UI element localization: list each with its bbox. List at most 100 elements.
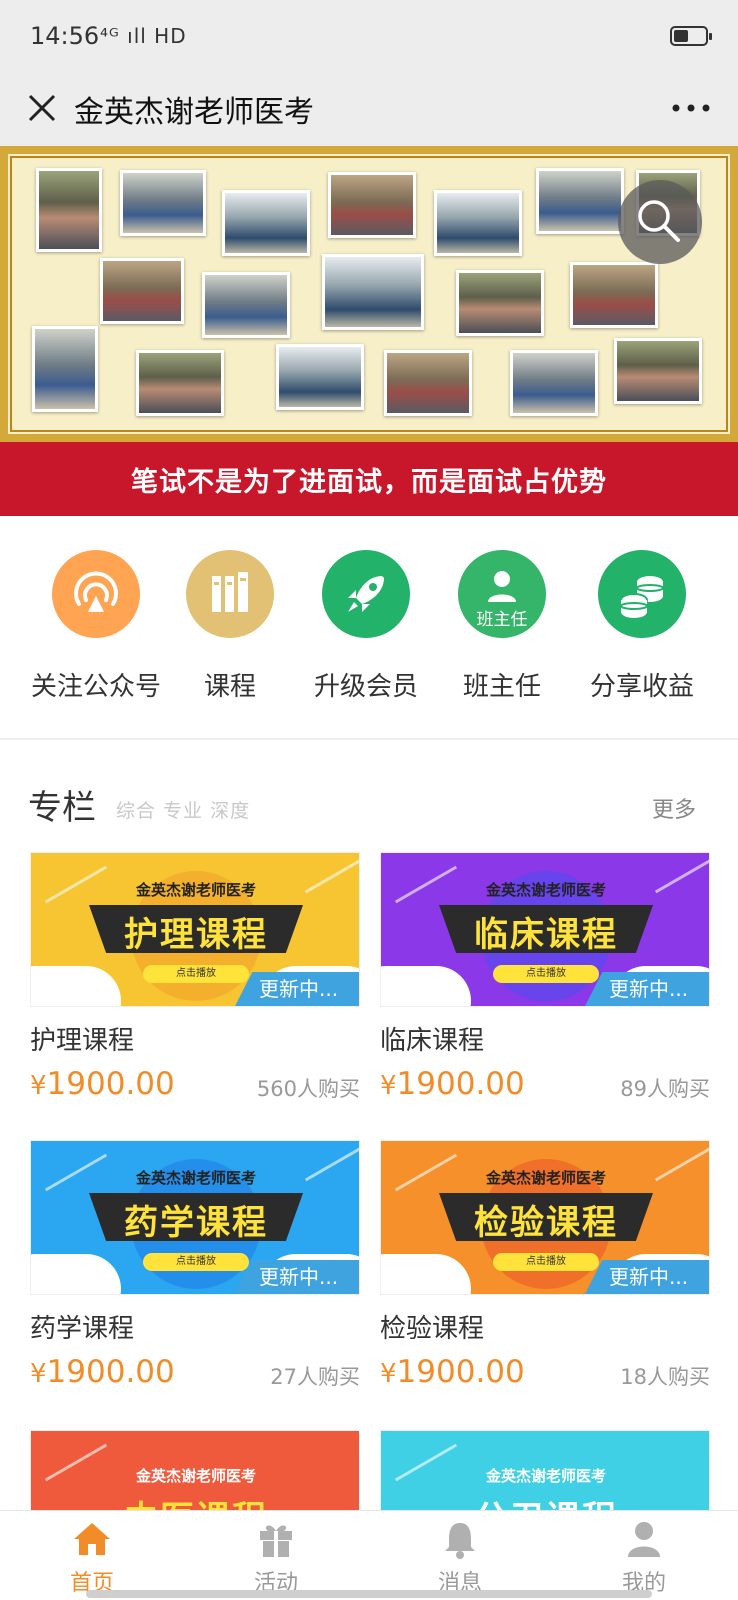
course-name: 检验课程: [380, 1314, 485, 1344]
banner-photo: [120, 170, 206, 236]
banner-photo: [536, 168, 624, 234]
home-icon: [74, 1523, 110, 1555]
search-icon: [638, 200, 680, 242]
course-price: ¥1900.00: [380, 1066, 525, 1102]
close-icon: [28, 94, 56, 122]
course-card-nursing[interactable]: 金英杰谢老师医考 护理课程 点击播放 更新中... 护理课程 ¥1900.00 …: [30, 852, 360, 1120]
currency-symbol: ¥: [30, 1359, 47, 1389]
cover-brand: 金英杰谢老师医考: [135, 1169, 256, 1187]
course-cover: 金英杰谢老师医考 药学课程 点击播放 更新中...: [30, 1140, 360, 1295]
slogan-banner: 笔试不是为了进面试，而是面试占优势: [0, 442, 738, 516]
banner-photo: [456, 270, 544, 336]
quick-nav: 关注公众号 课程 升级会员 班主任 班主任 分享收益: [0, 516, 738, 740]
user-icon: [628, 1522, 660, 1557]
zoom-button[interactable]: [618, 180, 702, 264]
more-link[interactable]: 更多: [652, 792, 696, 824]
tab-home[interactable]: 首页: [0, 1511, 184, 1600]
column-section-header: 专栏 综合 专业 深度 更多: [0, 770, 738, 830]
course-card-tcm[interactable]: 金英杰谢老师医考 中医课程: [30, 1430, 360, 1510]
tab-activity[interactable]: 活动: [184, 1511, 368, 1600]
signal-indicator: ⁴ᴳ ıll HD: [100, 24, 187, 48]
cover-title: 公卫课程: [439, 1491, 653, 1510]
cover-brand: 金英杰谢老师医考: [135, 881, 256, 899]
gift-icon: [260, 1525, 292, 1557]
course-cover: 金英杰谢老师医考 公卫课程: [380, 1430, 710, 1510]
section-title: 专栏: [28, 788, 96, 828]
updating-badge: 更新中...: [235, 1260, 359, 1294]
cover-decoration: [381, 1254, 471, 1294]
banner-photo: [434, 190, 522, 256]
slogan-text: 笔试不是为了进面试，而是面试占优势: [131, 467, 607, 498]
play-button[interactable]: 点击播放: [493, 1253, 599, 1271]
rocket-icon: [322, 550, 410, 638]
quick-nav-courses[interactable]: 课程: [160, 550, 300, 720]
course-price: ¥1900.00: [380, 1354, 525, 1390]
banner-photo: [36, 168, 102, 252]
play-button[interactable]: 点击播放: [493, 965, 599, 983]
teacher-badge-text: 班主任: [476, 610, 528, 630]
close-button[interactable]: [20, 86, 64, 130]
updating-badge: 更新中...: [235, 972, 359, 1006]
tab-profile[interactable]: 我的: [552, 1511, 736, 1600]
teacher-icon: 班主任: [458, 550, 546, 638]
quick-nav-share-earnings[interactable]: 分享收益: [572, 550, 712, 720]
course-name: 药学课程: [30, 1314, 135, 1344]
status-bar: 14:56 ⁴ᴳ ıll HD: [0, 0, 738, 72]
cover-title: 护理课程: [124, 915, 268, 955]
coins-icon: [598, 550, 686, 638]
play-button[interactable]: 点击播放: [143, 965, 249, 983]
cover-title: 药学课程: [124, 1203, 268, 1243]
banner-photo: [222, 190, 310, 256]
banner-photo: [570, 262, 658, 328]
status-time: 14:56: [30, 22, 100, 50]
quick-nav-label: 分享收益: [589, 672, 694, 702]
price-value: 1900.00: [396, 1354, 525, 1390]
cover-title: 中医课程: [89, 1491, 303, 1510]
banner-photo: [384, 350, 472, 416]
quick-nav-class-teacher[interactable]: 班主任 班主任: [432, 550, 572, 720]
currency-symbol: ¥: [380, 1359, 397, 1389]
price-value: 1900.00: [46, 1066, 175, 1102]
more-button[interactable]: [668, 90, 714, 126]
banner-photo: [136, 350, 224, 416]
course-name: 临床课程: [380, 1026, 485, 1056]
cover-brand: 金英杰谢老师医考: [485, 1169, 606, 1187]
buyer-count: 560人购买: [256, 1077, 360, 1101]
quick-nav-label: 班主任: [462, 672, 541, 702]
course-name: 护理课程: [30, 1026, 135, 1056]
banner-photo: [276, 344, 364, 410]
cover-brand: 金英杰谢老师医考: [485, 881, 606, 899]
banner-photo: [322, 254, 424, 330]
course-cover: 金英杰谢老师医考 临床课程 点击播放 更新中...: [380, 852, 710, 1007]
banner-photo: [328, 172, 416, 238]
course-price: ¥1900.00: [30, 1066, 175, 1102]
quick-nav-label: 升级会员: [313, 672, 418, 702]
course-card-pharmacy[interactable]: 金英杰谢老师医考 药学课程 点击播放 更新中... 药学课程 ¥1900.00 …: [30, 1140, 360, 1408]
quick-nav-upgrade-member[interactable]: 升级会员: [296, 550, 436, 720]
cover-decoration: [31, 966, 121, 1006]
banner-photo: [202, 272, 290, 338]
battery-icon: [670, 26, 712, 46]
page-title: 金英杰谢老师医考: [74, 95, 314, 130]
updating-badge: 更新中...: [585, 1260, 709, 1294]
antenna-icon: [52, 550, 140, 638]
banner-photo: [100, 258, 184, 324]
currency-symbol: ¥: [380, 1071, 397, 1101]
cover-title: 临床课程: [474, 915, 618, 955]
cover-brand: 金英杰谢老师医考: [135, 1467, 256, 1485]
course-card-public-health[interactable]: 金英杰谢老师医考 公卫课程: [380, 1430, 710, 1510]
hero-banner[interactable]: [0, 146, 738, 442]
cover-brand: 金英杰谢老师医考: [485, 1467, 606, 1485]
course-cover: 金英杰谢老师医考 中医课程: [30, 1430, 360, 1510]
books-icon: [186, 550, 274, 638]
course-card-clinical[interactable]: 金英杰谢老师医考 临床课程 点击播放 更新中... 临床课程 ¥1900.00 …: [380, 852, 710, 1120]
cover-decoration: [31, 1254, 121, 1294]
title-bar: 金英杰谢老师医考: [0, 72, 738, 146]
price-value: 1900.00: [46, 1354, 175, 1390]
play-button[interactable]: 点击播放: [143, 1253, 249, 1271]
tab-messages[interactable]: 消息: [368, 1511, 552, 1600]
course-price: ¥1900.00: [30, 1354, 175, 1390]
bell-icon: [445, 1523, 475, 1559]
quick-nav-follow-account[interactable]: 关注公众号: [26, 550, 166, 720]
course-card-lab[interactable]: 金英杰谢老师医考 检验课程 点击播放 更新中... 检验课程 ¥1900.00 …: [380, 1140, 710, 1408]
